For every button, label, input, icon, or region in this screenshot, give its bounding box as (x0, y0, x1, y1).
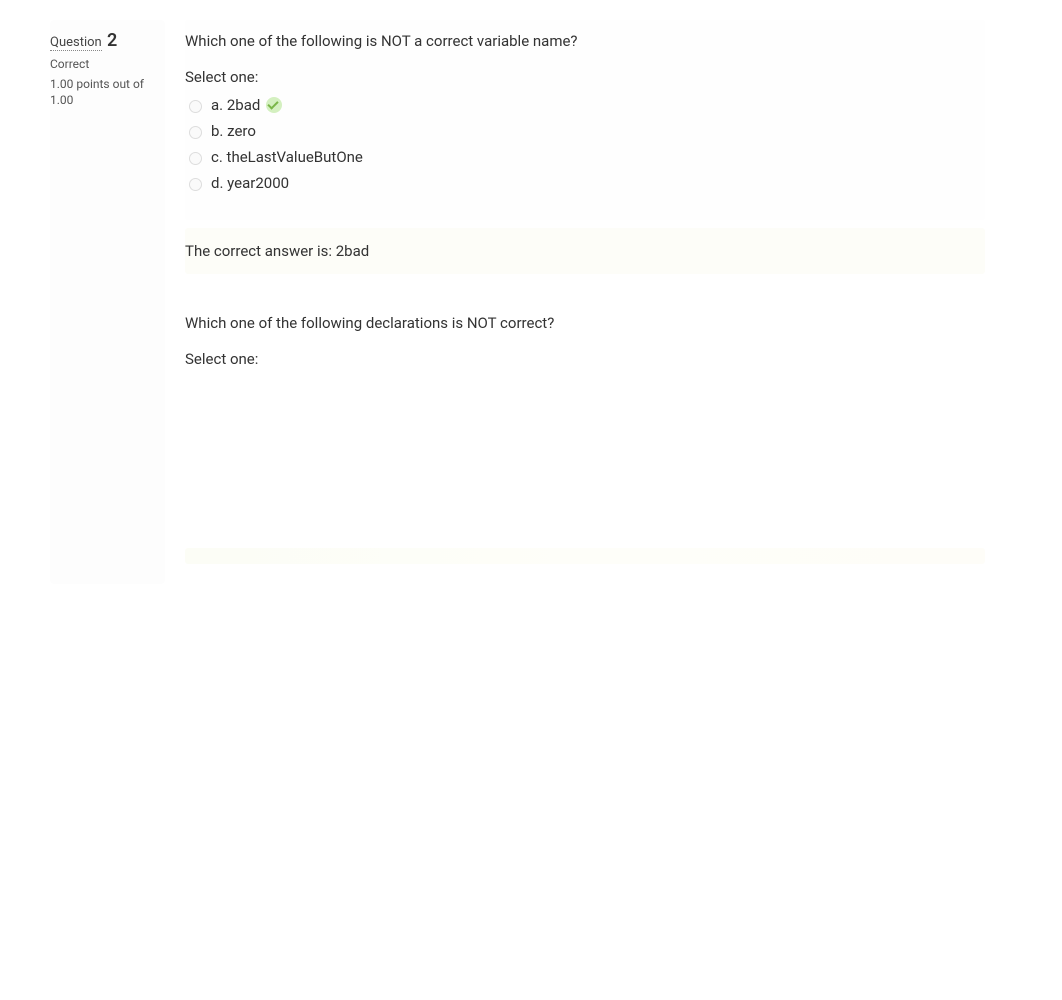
quiz-container: Question 2 Correct 1.00 points out of 1.… (0, 0, 1062, 604)
question-grade: 1.00 points out of 1.00 (50, 77, 165, 108)
question-status: Correct (50, 57, 165, 71)
correct-check-icon (266, 97, 282, 113)
option-text: a. 2bad (211, 96, 260, 114)
select-one-label: Select one: (185, 68, 985, 86)
option-b[interactable]: b. zero (211, 122, 985, 140)
question-number: 2 (107, 30, 117, 51)
radio-icon[interactable] (189, 178, 202, 191)
question-word: Question (50, 35, 102, 51)
feedback-block: The correct answer is: 2bad (185, 228, 985, 274)
question-info-panel: Question 2 Correct 1.00 points out of 1.… (50, 20, 165, 584)
feedback-text: The correct answer is: 2bad (185, 242, 985, 260)
question-2-block: Which one of the following is NOT a corr… (185, 20, 985, 220)
options-list: a. 2bad b. zero c. theLastV (185, 96, 985, 192)
option-a[interactable]: a. 2bad (211, 96, 985, 114)
question-3-block: Which one of the following declarations … (185, 294, 985, 584)
radio-icon[interactable] (189, 152, 202, 165)
select-one-label: Select one: (185, 350, 985, 368)
radio-icon[interactable] (189, 126, 202, 139)
option-d[interactable]: d. year2000 (211, 174, 985, 192)
option-c[interactable]: c. theLastValueButOne (211, 148, 985, 166)
question-prompt: Which one of the following declarations … (185, 314, 985, 332)
option-text: b. zero (211, 122, 256, 140)
question-label: Question 2 (50, 30, 165, 51)
option-text: d. year2000 (211, 174, 289, 192)
question-prompt: Which one of the following is NOT a corr… (185, 32, 985, 50)
divider-strip (185, 548, 985, 564)
options-placeholder (185, 378, 985, 548)
question-content-area: Which one of the following is NOT a corr… (185, 20, 985, 584)
option-text: c. theLastValueButOne (211, 148, 363, 166)
radio-icon[interactable] (189, 100, 202, 113)
